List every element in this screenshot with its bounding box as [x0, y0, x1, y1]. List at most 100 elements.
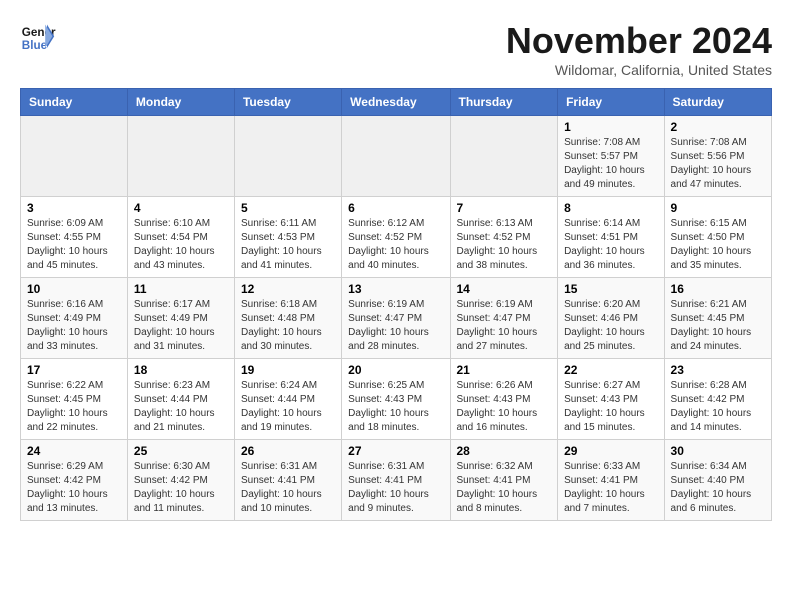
day-info: Sunrise: 6:31 AM Sunset: 4:41 PM Dayligh… [348, 460, 443, 516]
calendar-cell: 16 Sunrise: 6:21 AM Sunset: 4:45 PM Dayli… [664, 278, 771, 359]
day-number: 28 [457, 444, 552, 458]
calendar-cell: 5Sunrise: 6:11 AM Sunset: 4:53 PM Daylig… [234, 197, 341, 278]
day-info: Sunrise: 6:28 AM Sunset: 4:42 PM Dayligh… [671, 379, 765, 435]
calendar-week-row: 3Sunrise: 6:09 AM Sunset: 4:55 PM Daylig… [21, 197, 772, 278]
weekday-header-tuesday: Tuesday [234, 89, 341, 116]
weekday-header-thursday: Thursday [450, 89, 558, 116]
calendar-cell: 25 Sunrise: 6:30 AM Sunset: 4:42 PM Dayli… [127, 440, 234, 521]
day-number: 2 [671, 120, 765, 134]
day-number: 9 [671, 201, 765, 215]
day-number: 14 [457, 282, 552, 296]
calendar-cell [450, 116, 558, 197]
day-number: 18 [134, 363, 228, 377]
day-number: 26 [241, 444, 335, 458]
day-number: 4 [134, 201, 228, 215]
calendar-subtitle: Wildomar, California, United States [506, 62, 772, 78]
day-info: Sunrise: 6:21 AM Sunset: 4:45 PM Dayligh… [671, 298, 765, 354]
calendar-cell: 18 Sunrise: 6:23 AM Sunset: 4:44 PM Dayli… [127, 359, 234, 440]
day-info: Sunrise: 6:22 AM Sunset: 4:45 PM Dayligh… [27, 379, 121, 435]
page-header: General Blue November 2024 Wildomar, Cal… [20, 20, 772, 78]
day-info: Sunrise: 6:34 AM Sunset: 4:40 PM Dayligh… [671, 460, 765, 516]
day-info: Sunrise: 6:23 AM Sunset: 4:44 PM Dayligh… [134, 379, 228, 435]
day-info: Sunrise: 6:15 AM Sunset: 4:50 PM Dayligh… [671, 217, 765, 273]
day-number: 11 [134, 282, 228, 296]
day-info: Sunrise: 6:14 AM Sunset: 4:51 PM Dayligh… [564, 217, 657, 273]
calendar-cell: 21Sunrise: 6:26 AM Sunset: 4:43 PM Dayli… [450, 359, 558, 440]
calendar-cell [234, 116, 341, 197]
day-number: 13 [348, 282, 443, 296]
day-info: Sunrise: 6:16 AM Sunset: 4:49 PM Dayligh… [27, 298, 121, 354]
day-info: Sunrise: 6:19 AM Sunset: 4:47 PM Dayligh… [457, 298, 552, 354]
calendar-cell: 10 Sunrise: 6:16 AM Sunset: 4:49 PM Dayli… [21, 278, 128, 359]
weekday-header-saturday: Saturday [664, 89, 771, 116]
day-number: 24 [27, 444, 121, 458]
calendar-cell [342, 116, 450, 197]
day-number: 25 [134, 444, 228, 458]
calendar-week-row: 1Sunrise: 7:08 AM Sunset: 5:57 PM Daylig… [21, 116, 772, 197]
day-info: Sunrise: 6:27 AM Sunset: 4:43 PM Dayligh… [564, 379, 657, 435]
weekday-header-wednesday: Wednesday [342, 89, 450, 116]
day-info: Sunrise: 6:09 AM Sunset: 4:55 PM Dayligh… [27, 217, 121, 273]
day-number: 15 [564, 282, 657, 296]
day-info: Sunrise: 6:30 AM Sunset: 4:42 PM Dayligh… [134, 460, 228, 516]
calendar-cell: 23 Sunrise: 6:28 AM Sunset: 4:42 PM Dayli… [664, 359, 771, 440]
calendar-cell: 2 Sunrise: 7:08 AM Sunset: 5:56 PM Daylig… [664, 116, 771, 197]
day-number: 19 [241, 363, 335, 377]
weekday-header-row: SundayMondayTuesdayWednesdayThursdayFrid… [21, 89, 772, 116]
day-info: Sunrise: 6:29 AM Sunset: 4:42 PM Dayligh… [27, 460, 121, 516]
calendar-cell: 13 Sunrise: 6:19 AM Sunset: 4:47 PM Dayli… [342, 278, 450, 359]
calendar-cell: 4 Sunrise: 6:10 AM Sunset: 4:54 PM Daylig… [127, 197, 234, 278]
calendar-cell: 12 Sunrise: 6:18 AM Sunset: 4:48 PM Dayli… [234, 278, 341, 359]
day-number: 10 [27, 282, 121, 296]
day-number: 20 [348, 363, 443, 377]
calendar-cell: 27 Sunrise: 6:31 AM Sunset: 4:41 PM Dayli… [342, 440, 450, 521]
day-info: Sunrise: 7:08 AM Sunset: 5:56 PM Dayligh… [671, 136, 765, 192]
day-info: Sunrise: 6:24 AM Sunset: 4:44 PM Dayligh… [241, 379, 335, 435]
title-area: November 2024 Wildomar, California, Unit… [506, 20, 772, 78]
day-number: 22 [564, 363, 657, 377]
calendar-cell: 20Sunrise: 6:25 AM Sunset: 4:43 PM Dayli… [342, 359, 450, 440]
calendar-cell: 8Sunrise: 6:14 AM Sunset: 4:51 PM Daylig… [558, 197, 664, 278]
calendar-cell: 24 Sunrise: 6:29 AM Sunset: 4:42 PM Dayli… [21, 440, 128, 521]
day-info: Sunrise: 6:11 AM Sunset: 4:53 PM Dayligh… [241, 217, 335, 273]
calendar-cell: 22 Sunrise: 6:27 AM Sunset: 4:43 PM Dayli… [558, 359, 664, 440]
calendar-cell: 29 Sunrise: 6:33 AM Sunset: 4:41 PM Dayli… [558, 440, 664, 521]
day-number: 6 [348, 201, 443, 215]
day-info: Sunrise: 6:12 AM Sunset: 4:52 PM Dayligh… [348, 217, 443, 273]
calendar-cell: 19 Sunrise: 6:24 AM Sunset: 4:44 PM Dayli… [234, 359, 341, 440]
day-info: Sunrise: 6:13 AM Sunset: 4:52 PM Dayligh… [457, 217, 552, 273]
calendar-cell: 1Sunrise: 7:08 AM Sunset: 5:57 PM Daylig… [558, 116, 664, 197]
logo: General Blue [20, 20, 56, 56]
day-info: Sunrise: 6:31 AM Sunset: 4:41 PM Dayligh… [241, 460, 335, 516]
logo-icon: General Blue [20, 20, 56, 56]
day-number: 16 [671, 282, 765, 296]
calendar-cell: 7Sunrise: 6:13 AM Sunset: 4:52 PM Daylig… [450, 197, 558, 278]
calendar-week-row: 17 Sunrise: 6:22 AM Sunset: 4:45 PM Dayli… [21, 359, 772, 440]
weekday-header-friday: Friday [558, 89, 664, 116]
weekday-header-sunday: Sunday [21, 89, 128, 116]
day-number: 12 [241, 282, 335, 296]
calendar-cell: 9 Sunrise: 6:15 AM Sunset: 4:50 PM Daylig… [664, 197, 771, 278]
calendar-cell: 26 Sunrise: 6:31 AM Sunset: 4:41 PM Dayli… [234, 440, 341, 521]
day-number: 30 [671, 444, 765, 458]
day-info: Sunrise: 6:18 AM Sunset: 4:48 PM Dayligh… [241, 298, 335, 354]
calendar-cell [21, 116, 128, 197]
day-info: Sunrise: 6:32 AM Sunset: 4:41 PM Dayligh… [457, 460, 552, 516]
day-info: Sunrise: 6:33 AM Sunset: 4:41 PM Dayligh… [564, 460, 657, 516]
day-info: Sunrise: 6:10 AM Sunset: 4:54 PM Dayligh… [134, 217, 228, 273]
day-number: 29 [564, 444, 657, 458]
calendar-cell: 3Sunrise: 6:09 AM Sunset: 4:55 PM Daylig… [21, 197, 128, 278]
calendar-cell: 17 Sunrise: 6:22 AM Sunset: 4:45 PM Dayli… [21, 359, 128, 440]
calendar-cell: 28 Sunrise: 6:32 AM Sunset: 4:41 PM Dayli… [450, 440, 558, 521]
day-info: Sunrise: 6:19 AM Sunset: 4:47 PM Dayligh… [348, 298, 443, 354]
day-info: Sunrise: 6:17 AM Sunset: 4:49 PM Dayligh… [134, 298, 228, 354]
calendar-week-row: 10 Sunrise: 6:16 AM Sunset: 4:49 PM Dayli… [21, 278, 772, 359]
calendar-cell: 14 Sunrise: 6:19 AM Sunset: 4:47 PM Dayli… [450, 278, 558, 359]
calendar-cell: 30 Sunrise: 6:34 AM Sunset: 4:40 PM Dayli… [664, 440, 771, 521]
weekday-header-monday: Monday [127, 89, 234, 116]
calendar-week-row: 24 Sunrise: 6:29 AM Sunset: 4:42 PM Dayli… [21, 440, 772, 521]
day-number: 17 [27, 363, 121, 377]
calendar-cell: 6 Sunrise: 6:12 AM Sunset: 4:52 PM Daylig… [342, 197, 450, 278]
day-number: 27 [348, 444, 443, 458]
day-number: 23 [671, 363, 765, 377]
